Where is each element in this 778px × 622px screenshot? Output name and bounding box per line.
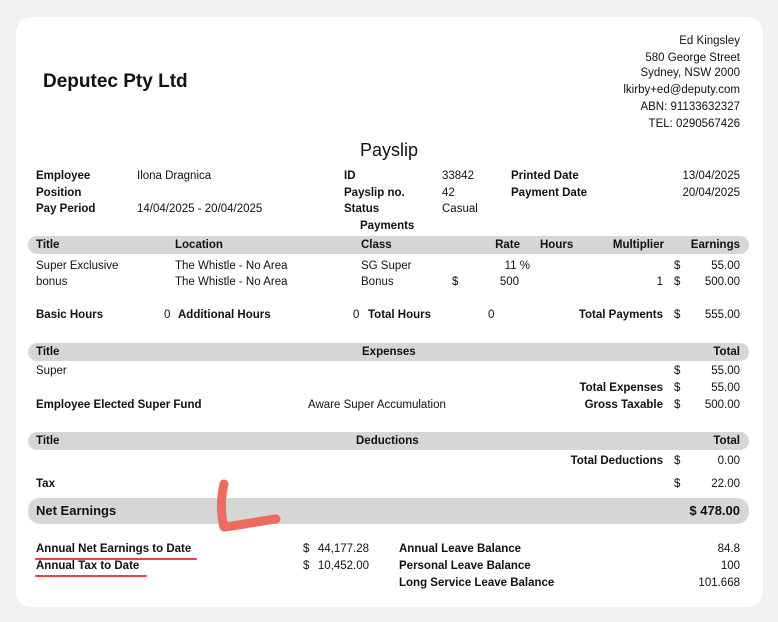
id-label: ID bbox=[344, 170, 356, 182]
payment-rate: 11 % bbox=[504, 260, 530, 272]
payment-earnings-currency: $ bbox=[674, 276, 681, 288]
payment-title: bonus bbox=[36, 276, 68, 288]
tax-label: Tax bbox=[36, 478, 55, 490]
payments-heading: Payments bbox=[360, 220, 415, 232]
employee-label: Employee bbox=[36, 170, 91, 182]
gross-taxable-label: Gross Taxable bbox=[584, 399, 663, 411]
total-expenses-currency: $ bbox=[674, 382, 681, 394]
annual-tax-label: Annual Tax to Date bbox=[36, 560, 140, 572]
payments-col-class: Class bbox=[361, 239, 392, 251]
annual-net-currency: $ bbox=[303, 543, 310, 555]
expense-value: 55.00 bbox=[711, 365, 740, 377]
address-name: Ed Kingsley bbox=[679, 35, 740, 47]
basic-hours-value: 0 bbox=[164, 309, 171, 321]
annual-tax-currency: $ bbox=[303, 560, 310, 572]
total-deductions-label: Total Deductions bbox=[570, 455, 663, 467]
annual-net-earnings-label: Annual Net Earnings to Date bbox=[36, 543, 192, 555]
employee-value: Ilona Dragnica bbox=[137, 170, 212, 182]
printed-date-label: Printed Date bbox=[511, 170, 579, 182]
expenses-col-title: Title bbox=[36, 346, 60, 358]
payments-col-earnings: Earnings bbox=[690, 239, 740, 251]
total-hours-label: Total Hours bbox=[368, 309, 432, 321]
address-email: lkirby+ed@deputy.com bbox=[623, 84, 740, 96]
personal-leave-label: Personal Leave Balance bbox=[399, 560, 531, 572]
payslip-title: Payslip bbox=[360, 140, 419, 160]
payments-col-hours: Hours bbox=[540, 239, 574, 251]
status-value: Casual bbox=[442, 203, 478, 215]
net-earnings-label: Net Earnings bbox=[36, 503, 117, 518]
expenses-heading: Expenses bbox=[362, 346, 416, 358]
expense-title: Super bbox=[36, 365, 67, 377]
annual-leave-value: 84.8 bbox=[717, 543, 740, 555]
annual-tax-value: 10,452.00 bbox=[317, 560, 369, 572]
address-city: Sydney, NSW 2000 bbox=[640, 67, 740, 79]
long-service-leave-label: Long Service Leave Balance bbox=[399, 577, 555, 589]
net-earnings-bar bbox=[28, 498, 749, 524]
payment-rate: 500 bbox=[499, 276, 519, 288]
annual-leave-label: Annual Leave Balance bbox=[399, 543, 522, 555]
long-service-leave-value: 101.668 bbox=[698, 577, 740, 589]
net-earnings-value: $ 478.00 bbox=[689, 503, 740, 518]
basic-hours-label: Basic Hours bbox=[36, 309, 104, 321]
payment-earnings: 55.00 bbox=[711, 260, 740, 272]
payments-col-multiplier: Multiplier bbox=[612, 239, 664, 251]
total-payments-label: Total Payments bbox=[578, 309, 663, 321]
total-deductions-currency: $ bbox=[674, 455, 681, 467]
payment-rate-currency: $ bbox=[452, 276, 459, 288]
expense-currency: $ bbox=[674, 365, 681, 377]
total-expenses-value: 55.00 bbox=[711, 382, 740, 394]
status-label: Status bbox=[344, 203, 380, 215]
payment-multiplier: 1 bbox=[656, 276, 663, 288]
pay-period-value: 14/04/2025 - 20/04/2025 bbox=[137, 203, 263, 215]
tax-value: 22.00 bbox=[711, 478, 740, 490]
super-fund-label: Employee Elected Super Fund bbox=[36, 399, 202, 411]
payslip-card: Deputec Pty Ltd Ed Kingsley 580 George S… bbox=[16, 17, 763, 607]
printed-date-value: 13/04/2025 bbox=[682, 170, 740, 182]
total-payments-value: 555.00 bbox=[704, 309, 740, 321]
gross-taxable-currency: $ bbox=[674, 399, 681, 411]
total-deductions-value: 0.00 bbox=[717, 455, 740, 467]
payslip-no-value: 42 bbox=[442, 187, 455, 199]
address-tel: TEL: 0290567426 bbox=[648, 118, 740, 130]
payment-title: Super Exclusive bbox=[36, 260, 119, 272]
tax-currency: $ bbox=[674, 478, 681, 490]
payments-col-location: Location bbox=[175, 239, 223, 251]
id-value: 33842 bbox=[442, 170, 474, 182]
total-payments-currency: $ bbox=[674, 309, 681, 321]
deductions-heading: Deductions bbox=[356, 435, 419, 447]
total-expenses-label: Total Expenses bbox=[579, 382, 663, 394]
super-fund-value: Aware Super Accumulation bbox=[308, 399, 446, 411]
pay-period-label: Pay Period bbox=[36, 203, 96, 215]
personal-leave-value: 100 bbox=[720, 560, 740, 572]
payment-earnings-currency: $ bbox=[674, 260, 681, 272]
payments-col-title: Title bbox=[36, 239, 60, 251]
total-hours-value: 0 bbox=[488, 309, 495, 321]
gross-taxable-value: 500.00 bbox=[704, 399, 740, 411]
company-name: Deputec Pty Ltd bbox=[43, 71, 188, 92]
position-label: Position bbox=[36, 187, 82, 199]
annual-net-value: 44,177.28 bbox=[317, 543, 369, 555]
address-abn: ABN: 91133632327 bbox=[640, 101, 740, 113]
payment-class: SG Super bbox=[361, 260, 412, 272]
additional-hours-label: Additional Hours bbox=[178, 309, 271, 321]
deductions-col-title: Title bbox=[36, 435, 60, 447]
annual-tax-underline bbox=[35, 575, 147, 577]
payment-location: The Whistle - No Area bbox=[175, 276, 288, 288]
additional-hours-value: 0 bbox=[353, 309, 360, 321]
payment-date-value: 20/04/2025 bbox=[682, 187, 740, 199]
expenses-col-total: Total bbox=[713, 346, 740, 358]
checkmark-annotation-icon bbox=[216, 479, 281, 532]
payment-location: The Whistle - No Area bbox=[175, 260, 288, 272]
payment-date-label: Payment Date bbox=[511, 187, 588, 199]
deductions-col-total: Total bbox=[713, 435, 740, 447]
payment-earnings: 500.00 bbox=[704, 276, 740, 288]
payslip-no-label: Payslip no. bbox=[344, 187, 405, 199]
payment-class: Bonus bbox=[361, 276, 394, 288]
address-street: 580 George Street bbox=[645, 52, 740, 64]
payments-col-rate: Rate bbox=[495, 239, 520, 251]
